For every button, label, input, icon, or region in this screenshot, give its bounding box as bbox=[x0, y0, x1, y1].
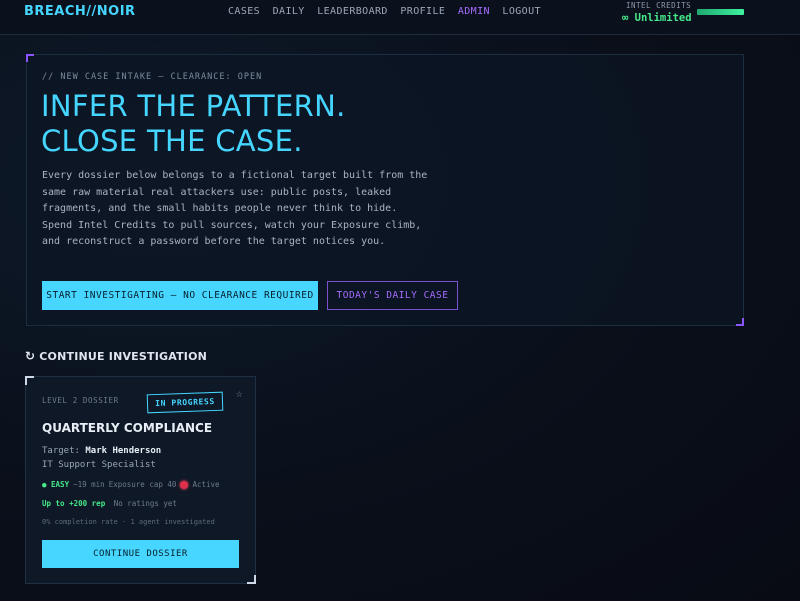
headline-line-2: CLOSE THE CASE. bbox=[41, 124, 303, 158]
active-status-icon bbox=[180, 480, 189, 489]
target-name: Mark Henderson bbox=[85, 446, 162, 456]
target-label: Target: bbox=[42, 446, 80, 456]
active-status: Active bbox=[192, 480, 220, 489]
top-nav: BREACH//NOIR CASES DAILY LEADERBOARD PRO… bbox=[0, 0, 800, 35]
target-role: IT Support Specialist bbox=[42, 460, 156, 470]
corner-accent bbox=[26, 54, 34, 62]
ratings: No ratings yet bbox=[113, 499, 177, 508]
nav-link-admin[interactable]: ADMIN bbox=[458, 6, 490, 17]
favorite-star-icon[interactable]: ☆ bbox=[236, 387, 243, 400]
intel-credits-bar bbox=[697, 9, 744, 15]
refresh-icon: ↻ bbox=[25, 349, 36, 363]
difficulty-badge: ● EASY bbox=[42, 480, 70, 489]
intel-credits-value: ∞ Unlimited bbox=[622, 12, 692, 24]
daily-case-button[interactable]: TODAY'S DAILY CASE bbox=[327, 281, 458, 310]
case-intake-panel: // NEW CASE INTAKE — CLEARANCE: OPEN INF… bbox=[26, 54, 744, 326]
continue-section-title: CONTINUE INVESTIGATION bbox=[39, 349, 208, 363]
rep-reward: Up to +200 rep bbox=[42, 499, 106, 508]
intake-eyebrow: // NEW CASE INTAKE — CLEARANCE: OPEN bbox=[42, 72, 263, 82]
status-badge: IN PROGRESS bbox=[146, 391, 224, 414]
dossier-card[interactable]: LEVEL 2 DOSSIER IN PROGRESS ☆ QUARTERLY … bbox=[25, 376, 256, 584]
hero-intro-text: Every dossier below belongs to a fiction… bbox=[42, 170, 428, 247]
continue-dossier-button[interactable]: CONTINUE DOSSIER bbox=[42, 540, 239, 568]
nav-link-daily[interactable]: DAILY bbox=[273, 6, 305, 17]
nav-links: CASES DAILY LEADERBOARD PROFILE ADMIN LO… bbox=[228, 6, 553, 17]
reward-line: Up to +200 rep No ratings yet bbox=[42, 499, 177, 508]
dossier-title: QUARTERLY COMPLIANCE bbox=[42, 421, 213, 435]
intel-credits-bar-fill bbox=[697, 9, 744, 15]
nav-link-profile[interactable]: PROFILE bbox=[400, 6, 445, 17]
dossier-level: LEVEL 2 DOSSIER bbox=[42, 396, 119, 405]
hero-headline: INFER THE PATTERN. CLOSE THE CASE. bbox=[41, 89, 346, 159]
corner-accent bbox=[736, 318, 744, 326]
target-line: Target: Mark Henderson bbox=[42, 446, 161, 456]
nav-link-logout[interactable]: LOGOUT bbox=[502, 6, 541, 17]
dossier-meta: ● EASY ~19 min Exposure cap 40 Active bbox=[42, 480, 220, 489]
corner-accent bbox=[247, 575, 256, 584]
dossier-stats: 0% completion rate · 1 agent investigate… bbox=[42, 518, 215, 526]
nav-link-leaderboard[interactable]: LEADERBOARD bbox=[317, 6, 388, 17]
duration: ~19 min bbox=[73, 480, 105, 489]
intel-credits-label: INTEL CREDITS bbox=[626, 1, 692, 10]
headline-line-1: INFER THE PATTERN. bbox=[41, 89, 346, 123]
exposure-cap: Exposure cap 40 bbox=[108, 480, 177, 489]
continue-section-heading: ↻ CONTINUE INVESTIGATION bbox=[25, 349, 207, 363]
brand-logo[interactable]: BREACH//NOIR bbox=[24, 4, 136, 19]
nav-link-cases[interactable]: CASES bbox=[228, 6, 260, 17]
corner-accent bbox=[25, 376, 34, 385]
start-investigating-button[interactable]: START INVESTIGATING — NO CLEARANCE REQUI… bbox=[42, 281, 318, 310]
